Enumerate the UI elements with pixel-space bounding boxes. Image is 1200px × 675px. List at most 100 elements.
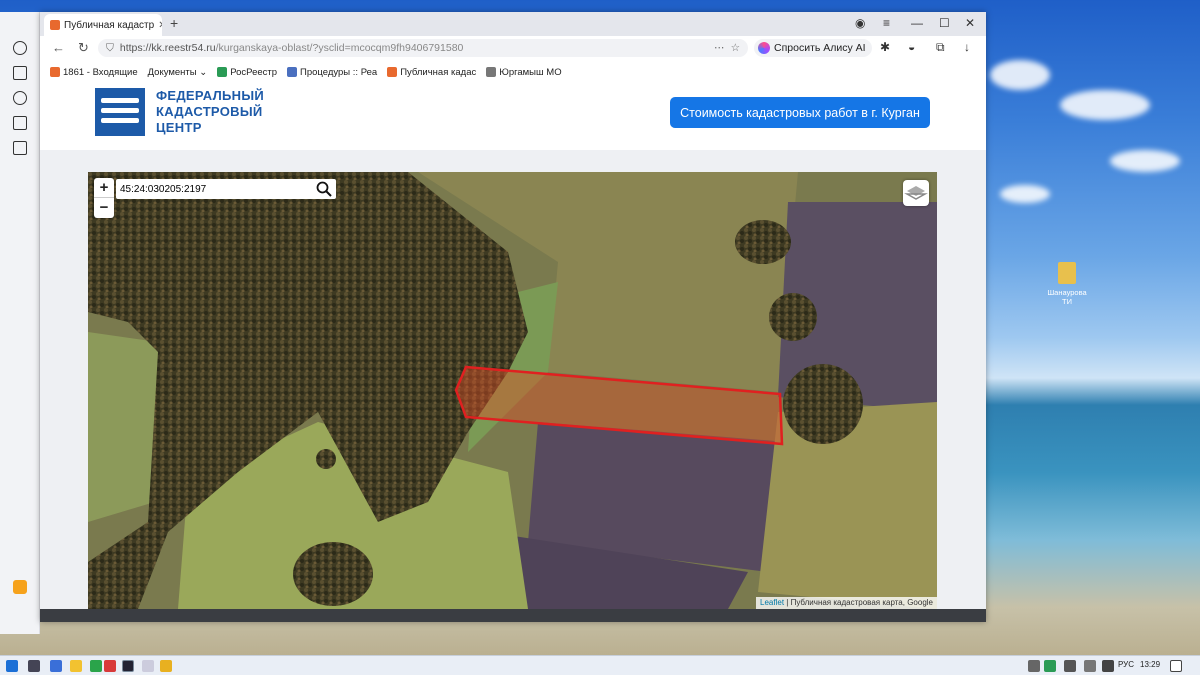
site-logo-text[interactable]: ФЕДЕРАЛЬНЫЙ КАДАСТРОВЫЙ ЦЕНТР xyxy=(156,88,264,136)
notifications-icon[interactable] xyxy=(1170,660,1182,672)
desktop-folder-icon[interactable]: Шанаурова ТИ xyxy=(1044,262,1090,306)
logo-line-1: ФЕДЕРАЛЬНЫЙ xyxy=(156,88,264,103)
cadastral-search-box xyxy=(116,179,336,199)
fkc-logo-icon[interactable] xyxy=(95,88,145,136)
page-footer-strip xyxy=(40,609,986,622)
bookmark-icon xyxy=(217,67,228,77)
menu-icon[interactable]: ≡ xyxy=(883,16,890,30)
forest-patch-small-n xyxy=(769,293,817,341)
close-window-icon[interactable]: ✕ xyxy=(965,16,975,30)
bookmark-icon xyxy=(486,67,497,77)
site-favicon-icon xyxy=(50,20,60,30)
bookmark-label: Документы ⌄ xyxy=(147,66,208,78)
satellite-imagery xyxy=(88,172,937,609)
cadastral-map[interactable]: + − Leaflet | Публичная кадастровая карт… xyxy=(88,172,937,609)
logo-line-2: КАДАСТРОВЫЙ xyxy=(156,104,263,119)
collections-icon[interactable] xyxy=(13,66,27,80)
taskbar: РУС 13:29 xyxy=(0,655,1200,675)
search-icon[interactable] xyxy=(316,181,332,197)
bookmark-item[interactable]: Процедуры :: Реа xyxy=(287,67,377,78)
back-icon[interactable]: ← xyxy=(52,40,65,55)
file-explorer-icon[interactable] xyxy=(70,660,82,672)
leaflet-link[interactable]: Leaflet xyxy=(760,598,784,607)
site-header: ФЕДЕРАЛЬНЫЙ КАДАСТРОВЫЙ ЦЕНТР Стоимость … xyxy=(40,80,986,150)
zoom-in-button[interactable]: + xyxy=(94,178,114,198)
yellow-app-icon[interactable] xyxy=(160,660,172,672)
more-icon[interactable]: ⋯ xyxy=(714,42,725,54)
translate-icon[interactable]: ⧉ xyxy=(936,40,945,55)
zoom-out-button[interactable]: − xyxy=(94,198,114,218)
bookmark-item[interactable]: Документы ⌄ xyxy=(148,67,208,78)
windows-start-icon[interactable] xyxy=(6,660,18,672)
logo-line-3: ЦЕНТР xyxy=(156,120,202,135)
extensions-icon[interactable]: ✱ xyxy=(880,40,890,54)
attribution-text: | Публичная кадастровая карта, Google xyxy=(784,598,933,607)
new-tab-icon[interactable]: + xyxy=(170,15,178,31)
bookmark-label: Процедуры :: Реа xyxy=(300,66,378,78)
cadastral-price-button[interactable]: Стоимость кадастровых работ в г. Курган xyxy=(670,97,930,128)
bookmark-label: Юргамыш МО xyxy=(499,66,562,78)
browser-window: Публичная кадастр ✕ + ◉ ≡ — ☐ ✕ ← ↻ ⛉ ht… xyxy=(40,12,986,622)
maximize-icon[interactable]: ☐ xyxy=(939,16,950,30)
zoom-control: + − xyxy=(94,178,114,218)
close-tab-icon[interactable]: ✕ xyxy=(158,20,162,31)
bookmark-label: Публичная кадас xyxy=(400,66,477,78)
bookmark-label: 1861 - Входящие xyxy=(63,66,138,78)
tab-one-icon[interactable] xyxy=(13,116,27,130)
screenshot-icon[interactable] xyxy=(13,141,27,155)
folder-icon xyxy=(1058,262,1076,284)
task-view-icon[interactable] xyxy=(28,660,40,672)
tray-icon[interactable] xyxy=(1028,660,1040,672)
ask-alice-button[interactable]: Спросить Алису AI xyxy=(754,39,872,57)
download-icon[interactable]: ↓ xyxy=(964,40,970,54)
bookmarks-bar: 1861 - Входящие Документы ⌄ РосРеестр Проце… xyxy=(40,64,986,80)
mail-icon[interactable] xyxy=(13,580,27,594)
bookmark-icon xyxy=(287,67,298,77)
tab-bar: Публичная кадастр ✕ + ◉ ≡ — ☐ ✕ xyxy=(40,12,986,36)
bookmark-item[interactable]: 1861 - Входящие xyxy=(50,67,138,78)
forest-patch-east xyxy=(783,364,863,444)
input-language[interactable]: РУС xyxy=(1118,660,1134,669)
cloud xyxy=(1000,185,1050,203)
bookmark-item[interactable]: Юргамыш МО xyxy=(486,66,562,78)
bookmark-item[interactable]: Публичная кадас xyxy=(387,67,476,78)
pocket-icon[interactable]: ◒ xyxy=(908,40,915,54)
minimize-icon[interactable]: — xyxy=(911,16,923,30)
tray-icon[interactable] xyxy=(1044,660,1056,672)
tray-icon[interactable] xyxy=(1064,660,1076,672)
tab-title: Публичная кадастр xyxy=(64,19,155,31)
map-attribution: Leaflet | Публичная кадастровая карта, G… xyxy=(756,597,937,609)
volume-icon[interactable] xyxy=(1102,660,1114,672)
history-icon[interactable] xyxy=(13,41,27,55)
save-app-icon[interactable] xyxy=(50,660,62,672)
forest-patch-ne xyxy=(735,220,791,264)
address-bar[interactable]: ⛉ https://kk.reestr54.ru/kurganskaya-obl… xyxy=(98,39,748,57)
browser-side-panel xyxy=(0,12,40,634)
url-path: /kurganskaya-oblast/?ysclid=mcocqm9fh940… xyxy=(215,42,464,54)
browser-tab[interactable]: Публичная кадастр ✕ xyxy=(44,14,162,36)
bookmark-label: РосРеестр xyxy=(230,66,278,78)
cloud xyxy=(1060,90,1150,120)
url-host: https://kk.reestr54.ru xyxy=(119,42,216,54)
video-icon[interactable] xyxy=(13,91,27,105)
cloud xyxy=(990,60,1050,90)
tray-icon[interactable] xyxy=(1084,660,1096,672)
bookmark-icon xyxy=(387,67,398,77)
vivaldi-icon[interactable] xyxy=(104,660,116,672)
bookmark-item[interactable]: РосРеестр xyxy=(217,67,277,78)
forest-patch-tiny xyxy=(316,449,336,469)
reload-icon[interactable]: ↻ xyxy=(78,40,89,56)
shield-icon: ⛉ xyxy=(106,41,114,54)
cloud xyxy=(1110,150,1180,172)
forest-patch-mid xyxy=(272,233,304,261)
c-app-icon[interactable] xyxy=(142,660,154,672)
profile-icon[interactable]: ◉ xyxy=(855,16,865,30)
shield-app-icon[interactable] xyxy=(90,660,102,672)
bookmark-icon[interactable]: ☆ xyxy=(731,42,740,54)
clock[interactable]: 13:29 xyxy=(1140,660,1160,669)
bookmark-icon xyxy=(50,67,60,77)
forest-patch-sw xyxy=(293,542,373,606)
layers-control-icon[interactable] xyxy=(903,180,929,206)
yandex-browser-icon[interactable] xyxy=(122,660,134,672)
cadastral-number-input[interactable] xyxy=(120,183,310,195)
